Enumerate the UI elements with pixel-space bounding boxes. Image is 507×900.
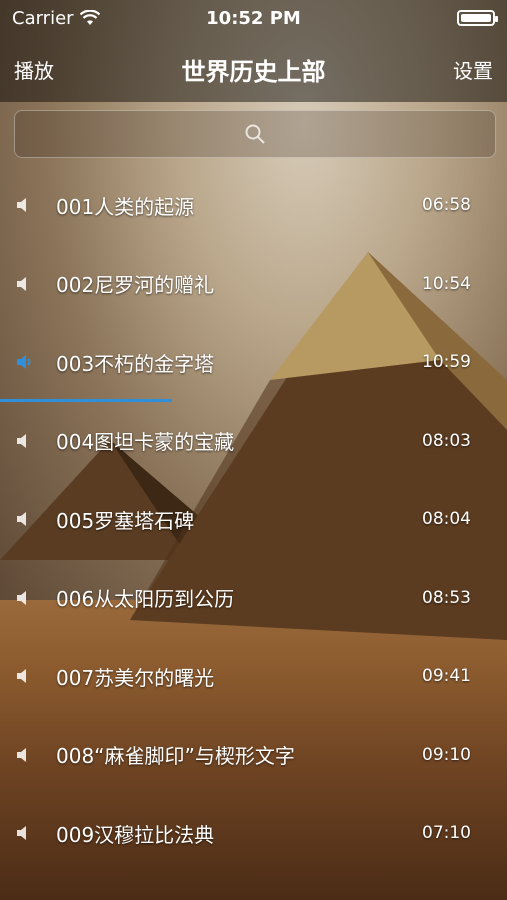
track-title: 003不朽的金字塔 [56, 351, 215, 376]
search-icon [245, 124, 265, 144]
play-button[interactable]: 播放 [14, 55, 54, 84]
status-bar: Carrier 10:52 PM [0, 0, 507, 36]
app-screen: Carrier 10:52 PM 播放 世界历史上部 设置 001人类的起源 06… [0, 0, 507, 900]
speaker-icon [14, 588, 34, 608]
battery-icon [457, 10, 498, 26]
speaker-icon [14, 431, 34, 451]
track-title: 001人类的起源 [56, 194, 195, 219]
track-duration: 07:10 [422, 823, 471, 844]
speaker-icon [14, 274, 34, 294]
track-row[interactable]: 001人类的起源 06:58 [0, 166, 507, 245]
track-list: 001人类的起源 06:58 002尼罗河的赠礼 10:54 003不朽的金字塔 10… [0, 166, 507, 873]
track-duration: 08:03 [422, 430, 471, 451]
track-duration: 08:04 [422, 509, 471, 530]
track-duration: 10:54 [422, 273, 471, 294]
page-title: 世界历史上部 [181, 57, 326, 86]
track-title: 009汉穆拉比法典 [56, 822, 215, 847]
track-row[interactable]: 005罗塞塔石碑 08:04 [0, 480, 507, 559]
track-title: 008“麻雀脚印”与楔形文字 [56, 744, 295, 769]
track-title: 006从太阳历到公历 [56, 587, 235, 612]
track-title: 002尼罗河的赠礼 [56, 273, 215, 298]
track-row[interactable]: 004图坦卡蒙的宝藏 08:03 [0, 402, 507, 481]
track-duration: 09:41 [422, 666, 471, 687]
track-row[interactable]: 002尼罗河的赠礼 10:54 [0, 245, 507, 324]
navigation-bar: 播放 世界历史上部 设置 [0, 36, 507, 102]
track-row[interactable]: 003不朽的金字塔 10:59 [0, 323, 507, 402]
speaker-playing-icon [14, 352, 34, 372]
track-title: 005罗塞塔石碑 [56, 508, 195, 533]
track-duration: 06:58 [422, 195, 471, 216]
track-duration: 10:59 [422, 352, 471, 373]
track-duration: 08:53 [422, 587, 471, 608]
track-row[interactable]: 007苏美尔的曙光 09:41 [0, 637, 507, 716]
track-title: 007苏美尔的曙光 [56, 665, 215, 690]
track-row[interactable]: 008“麻雀脚印”与楔形文字 09:10 [0, 716, 507, 795]
track-row[interactable]: 006从太阳历到公历 08:53 [0, 559, 507, 638]
speaker-icon [14, 823, 34, 843]
track-row[interactable]: 009汉穆拉比法典 07:10 [0, 794, 507, 873]
speaker-icon [14, 509, 34, 529]
settings-button[interactable]: 设置 [453, 55, 493, 84]
wifi-icon [79, 10, 100, 25]
track-title: 004图坦卡蒙的宝藏 [56, 430, 235, 455]
speaker-icon [14, 666, 34, 686]
search-input[interactable] [14, 110, 496, 158]
carrier-label: Carrier [12, 7, 74, 29]
track-duration: 09:10 [422, 744, 471, 765]
speaker-icon [14, 745, 34, 765]
speaker-icon [14, 195, 34, 215]
